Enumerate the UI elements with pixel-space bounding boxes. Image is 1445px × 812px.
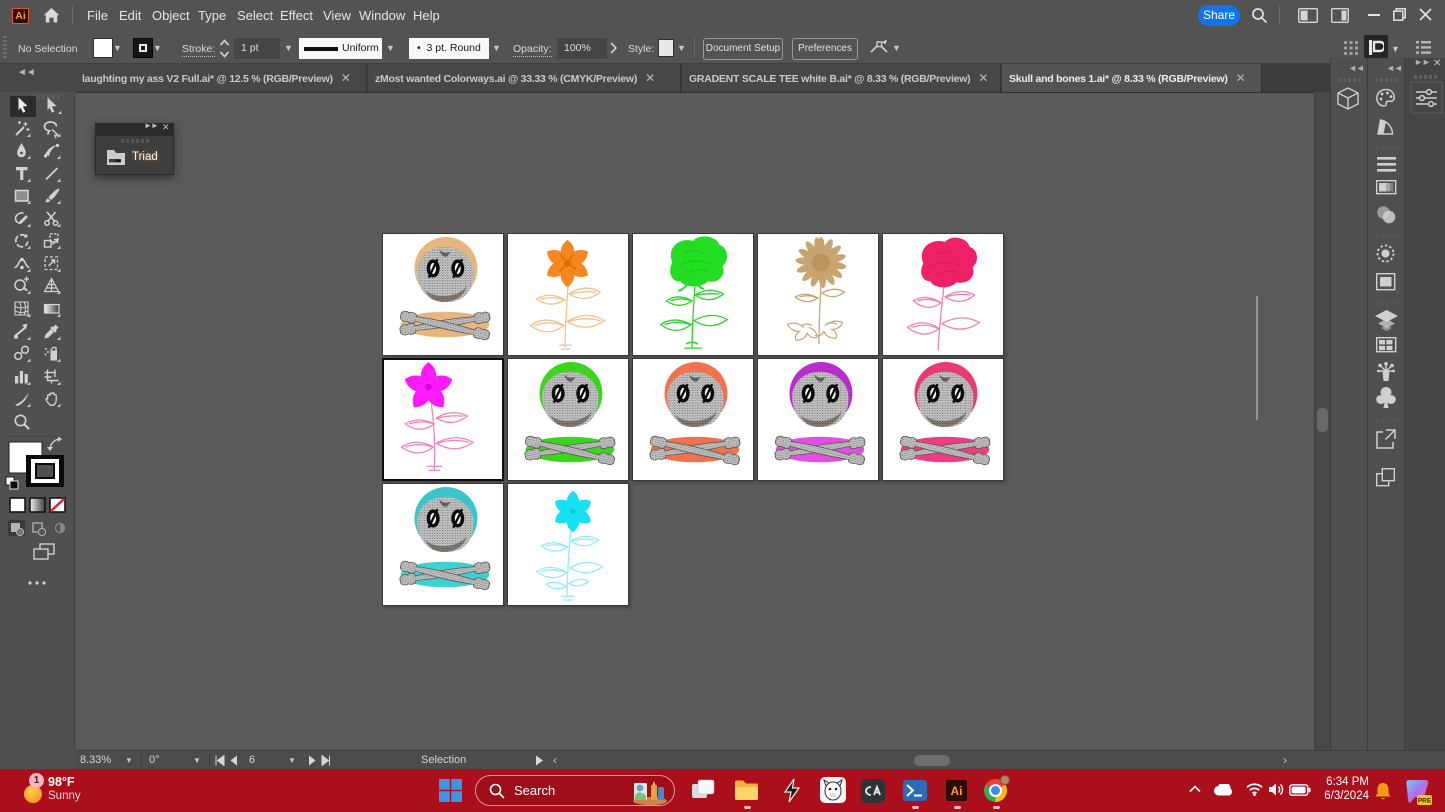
- svg-text:PRE: PRE: [1418, 798, 1432, 805]
